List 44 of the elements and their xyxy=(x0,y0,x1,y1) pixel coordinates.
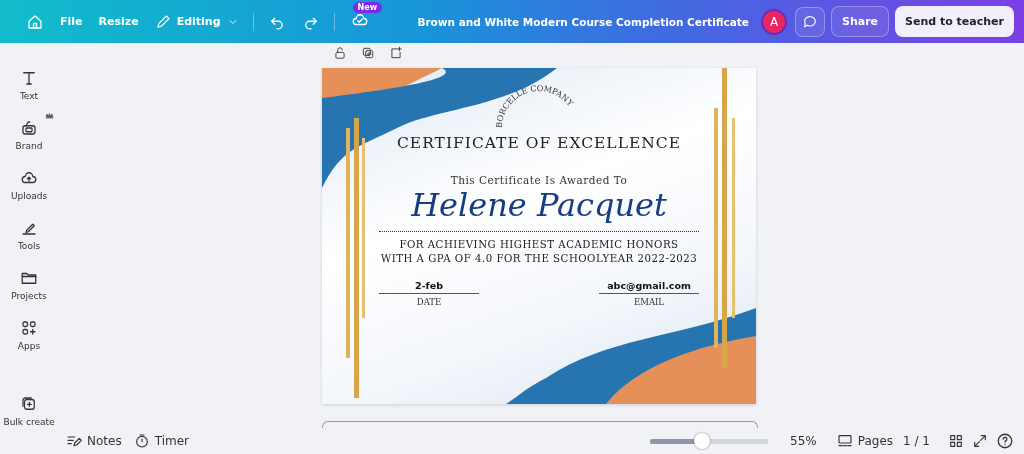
sidebar-item[interactable]: Tools xyxy=(5,219,53,251)
sidebar-item[interactable]: Text xyxy=(7,69,51,101)
add-page-icon[interactable] xyxy=(389,46,403,60)
grid-view-button[interactable] xyxy=(948,433,964,449)
zoom-reading: 55% xyxy=(790,434,817,448)
pages-button[interactable]: Pages xyxy=(830,433,900,449)
share-button[interactable]: Share xyxy=(831,6,890,37)
fullscreen-button[interactable] xyxy=(972,433,988,449)
pages-icon xyxy=(836,433,853,449)
sidebar-item[interactable]: Apps xyxy=(5,319,53,351)
stopwatch-icon xyxy=(133,433,150,449)
award-line: This Certificate Is Awarded To xyxy=(450,174,628,186)
text-icon xyxy=(20,69,38,87)
new-badge: New xyxy=(352,1,383,13)
help-icon xyxy=(996,432,1014,450)
certificate-title: CERTIFICATE OF EXCELLENCE xyxy=(397,134,681,152)
expand-icon xyxy=(972,433,988,449)
notes-button[interactable]: Notes xyxy=(60,433,128,449)
sidebar-item[interactable]: Uploads xyxy=(0,169,60,201)
bulk-create-icon xyxy=(20,395,38,413)
send-button[interactable]: Send to teacher xyxy=(895,6,1014,37)
field-label: EMAIL xyxy=(633,296,665,307)
grid-icon xyxy=(948,433,964,449)
pencil-icon xyxy=(154,13,171,30)
comment-button[interactable] xyxy=(795,6,825,37)
field-value: abc@gmail.com xyxy=(599,279,699,294)
achievement-text: WITH A GPA OF 4.0 FOR THE SCHOOLYEAR 2022-2023 xyxy=(380,251,698,266)
user-avatar[interactable]: A xyxy=(761,8,787,35)
timer-button[interactable]: Timer xyxy=(127,433,195,449)
help-button[interactable] xyxy=(996,432,1014,450)
sidebar-item[interactable]: Brand xyxy=(3,111,55,151)
sidebar-item[interactable]: Bulk create xyxy=(3,395,55,427)
notes-icon xyxy=(66,433,82,449)
duplicate-icon[interactable] xyxy=(361,46,375,60)
achievement-text: FOR ACHIEVING HIGHEST ACADEMIC HONORS xyxy=(399,238,679,252)
field-value: 2-feb xyxy=(379,279,479,294)
recipient-name: Helene Pacquet xyxy=(411,188,667,224)
apps-icon xyxy=(20,319,38,337)
document-title[interactable]: Brown and White Modern Course Completion Certificate xyxy=(417,15,749,28)
page-count: 1 / 1 xyxy=(903,434,930,448)
sidebar-item[interactable]: Projects xyxy=(0,269,59,301)
lock-open-icon[interactable] xyxy=(333,46,347,60)
briefcase-icon xyxy=(20,119,38,137)
field-label: DATE xyxy=(416,296,442,307)
